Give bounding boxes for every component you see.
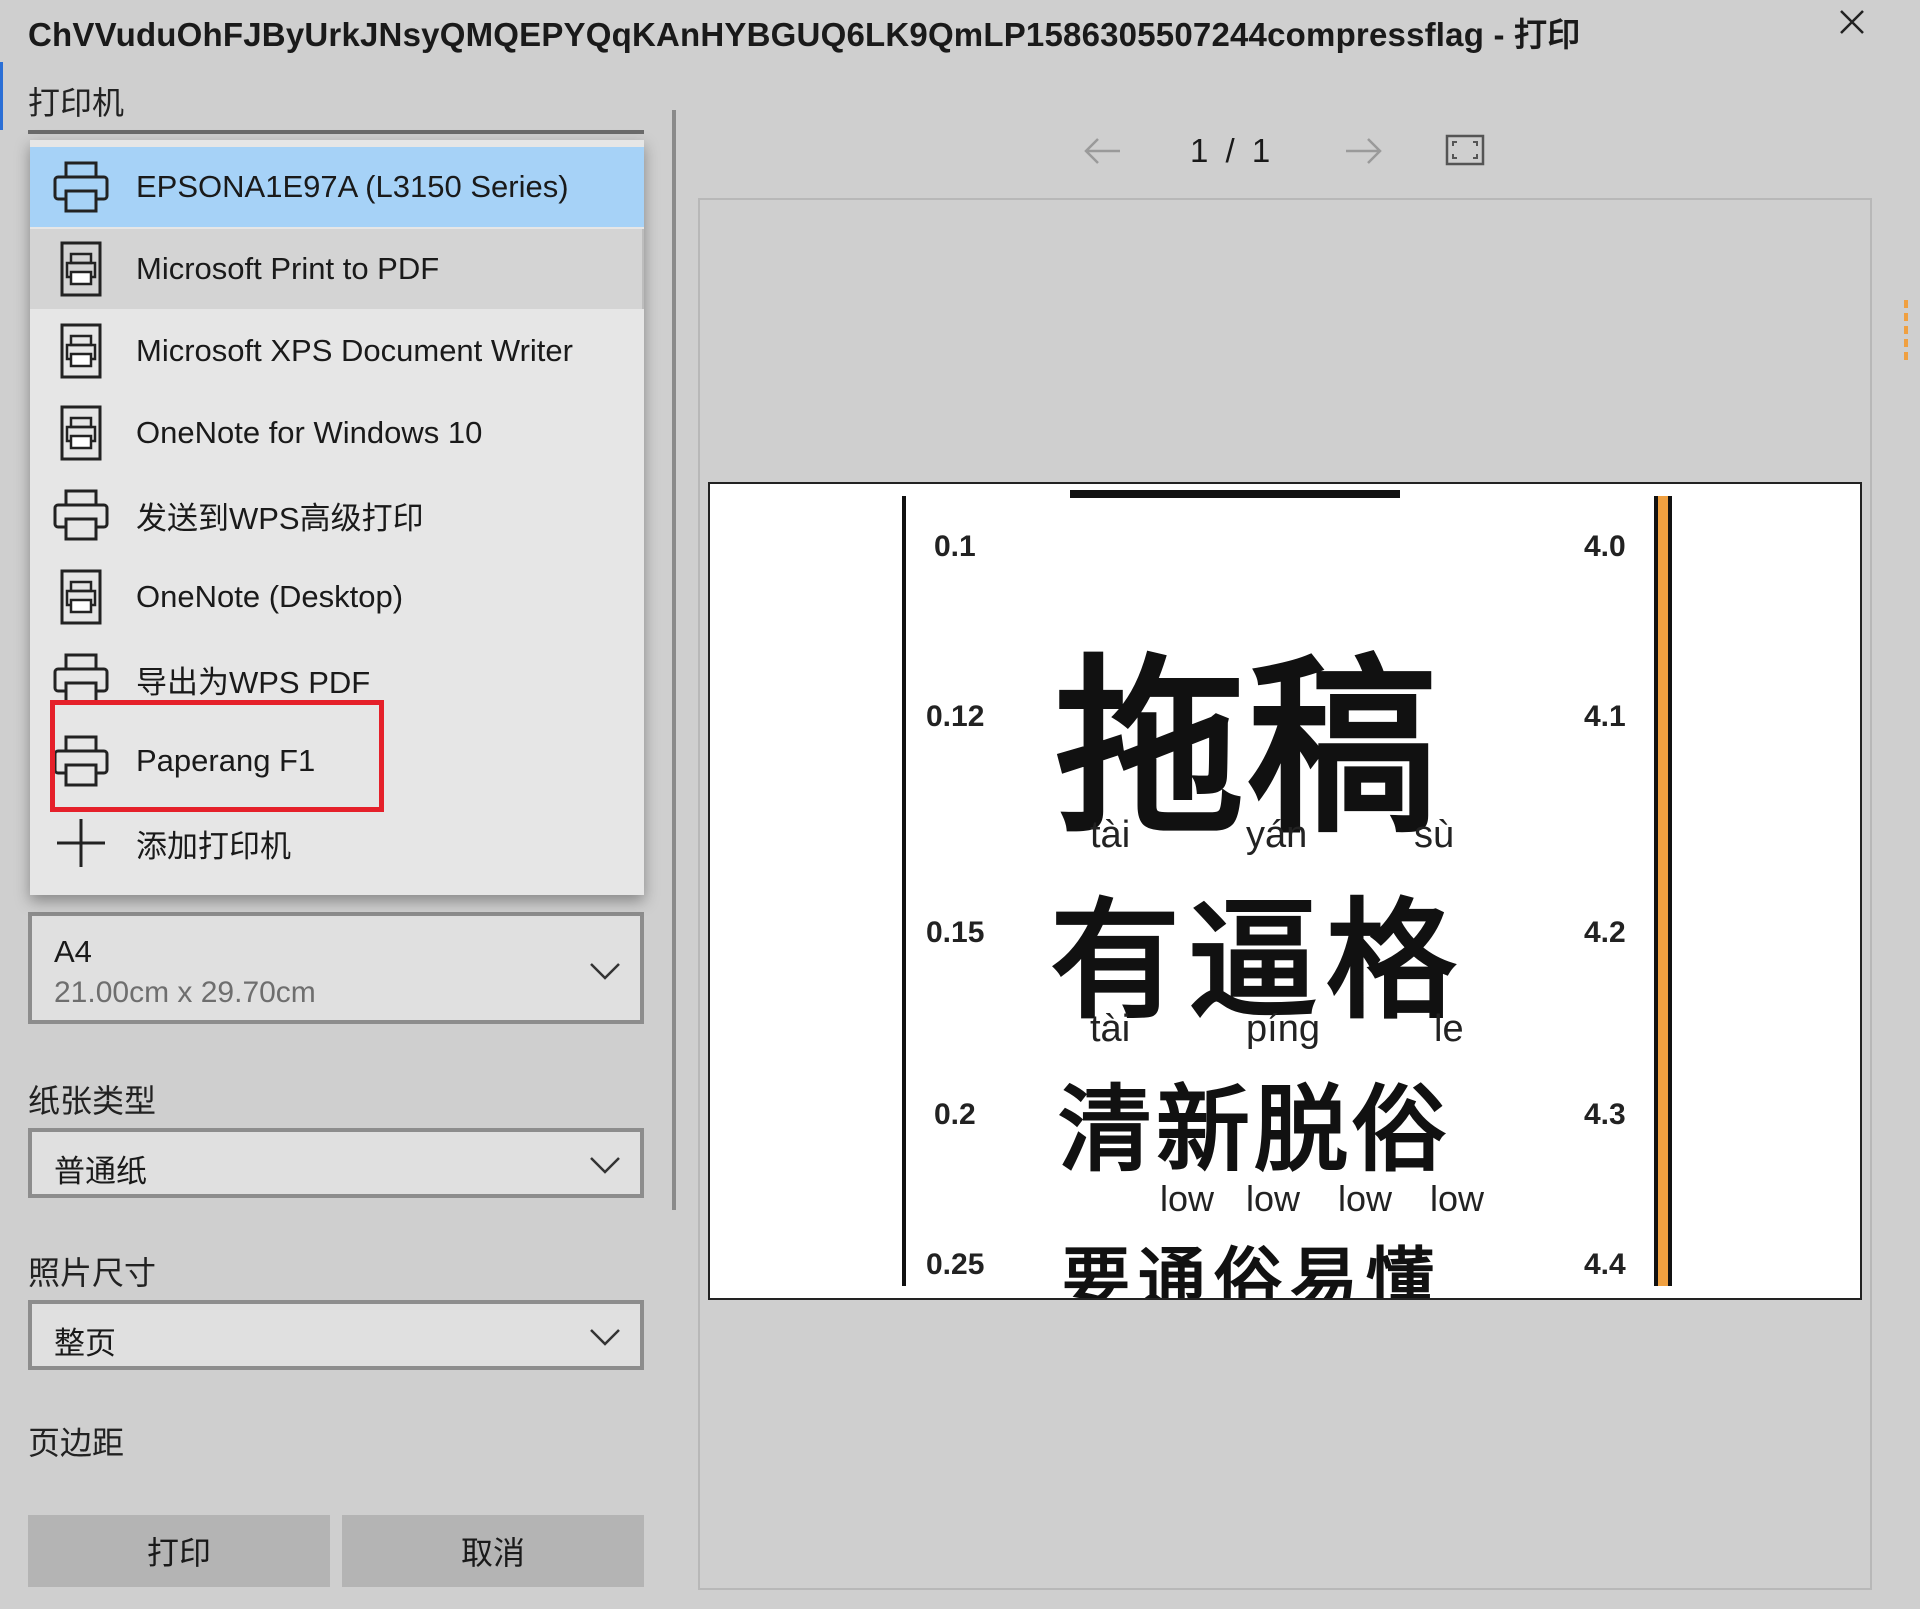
- chevron-down-icon: [590, 963, 620, 980]
- print-button[interactable]: 打印: [28, 1515, 330, 1587]
- chevron-down-icon: [590, 1329, 620, 1346]
- paper-size-select[interactable]: A4 21.00cm x 29.70cm: [28, 912, 644, 1024]
- document-printer-icon: [50, 567, 112, 627]
- acuity-left-label: 0.2: [934, 1098, 976, 1131]
- printer-option-ms-xps[interactable]: Microsoft XPS Document Writer: [30, 311, 644, 391]
- acuity-left-label: 0.15: [926, 916, 985, 949]
- annotation-highlight-box: [50, 700, 384, 812]
- page-indicator: 1 / 1: [1190, 132, 1275, 169]
- previous-page-button[interactable]: [1080, 128, 1126, 174]
- paper-size-value: A4: [54, 934, 92, 969]
- cancel-button[interactable]: 取消: [342, 1515, 644, 1587]
- preview-line-3: 清新脱俗: [1058, 1076, 1451, 1185]
- edge-marker: [1904, 300, 1912, 360]
- printer-option-label: 导出为WPS PDF: [136, 664, 371, 700]
- printer-option-label: OneNote (Desktop): [136, 579, 404, 614]
- printer-option-label: Microsoft XPS Document Writer: [136, 333, 573, 368]
- printer-option-onenote-win10[interactable]: OneNote for Windows 10: [30, 393, 644, 473]
- preview-left-rule: [902, 496, 906, 1286]
- add-printer-option[interactable]: 添加打印机: [30, 803, 644, 883]
- paper-type-value: 普通纸: [54, 1154, 147, 1189]
- pinyin-syllable: low: [1160, 1178, 1215, 1219]
- preview-right-bar: [1654, 496, 1672, 1286]
- acuity-right-label: 4.4: [1584, 1248, 1626, 1281]
- printer-option-label: 发送到WPS高级打印: [136, 500, 424, 536]
- pinyin-syllable: yán: [1246, 814, 1308, 856]
- window-edge-accent: [0, 62, 3, 130]
- acuity-left-label: 0.12: [926, 700, 985, 733]
- printer-label: 打印机: [28, 85, 125, 121]
- pinyin-syllable: low: [1338, 1178, 1393, 1219]
- document-printer-icon: [50, 403, 112, 463]
- printer-option-epson[interactable]: EPSONA1E97A (L3150 Series): [30, 147, 644, 227]
- printer-option-label: Microsoft Print to PDF: [136, 251, 440, 286]
- printer-combo-edge: [28, 130, 644, 134]
- fit-page-icon[interactable]: [1445, 134, 1485, 166]
- close-icon: [1840, 10, 1864, 34]
- document-printer-icon: [50, 239, 112, 299]
- next-page-button[interactable]: [1340, 128, 1386, 174]
- paper-type-label: 纸张类型: [28, 1083, 157, 1119]
- pinyin-syllable: low: [1246, 1178, 1301, 1219]
- acuity-right-label: 4.2: [1584, 916, 1626, 949]
- pinyin-syllable: píng: [1246, 1008, 1320, 1050]
- acuity-left-label: 0.25: [926, 1248, 985, 1281]
- page-navigator: 1 / 1: [1080, 128, 1480, 178]
- printer-option-wps-advanced[interactable]: 发送到WPS高级打印: [30, 475, 644, 555]
- document-printer-icon: [50, 321, 112, 381]
- preview-line-4: 要通俗易懂: [1062, 1241, 1443, 1300]
- acuity-right-label: 4.3: [1584, 1098, 1626, 1131]
- pinyin-syllable: low: [1430, 1178, 1485, 1219]
- acuity-right-label: 4.1: [1584, 700, 1626, 733]
- window-title: ChVVuduOhFJByUrkJNsyQMQEPYQqKAnHYBGUQ6LK…: [28, 16, 1581, 53]
- pinyin-syllable: sù: [1414, 814, 1455, 856]
- printer-option-label: OneNote for Windows 10: [136, 415, 483, 450]
- paper-type-select[interactable]: 普通纸: [28, 1128, 644, 1198]
- acuity-left-label: 0.1: [934, 530, 976, 563]
- preview-cropped-row: [1070, 490, 1400, 498]
- printer-option-onenote-desktop[interactable]: OneNote (Desktop): [30, 557, 644, 637]
- printer-icon: [50, 485, 112, 545]
- plus-icon: [50, 813, 112, 873]
- chevron-down-icon: [590, 1157, 620, 1174]
- photo-size-label: 照片尺寸: [28, 1255, 157, 1291]
- add-printer-label: 添加打印机: [136, 828, 291, 864]
- pinyin-syllable: tài: [1090, 814, 1131, 856]
- pinyin-syllable: tài: [1090, 1008, 1131, 1050]
- pane-divider[interactable]: [672, 110, 676, 1210]
- printer-option-label: EPSONA1E97A (L3150 Series): [136, 169, 569, 204]
- photo-size-select[interactable]: 整页: [28, 1300, 644, 1370]
- photo-size-value: 整页: [54, 1326, 116, 1361]
- paper-size-detail: 21.00cm x 29.70cm: [54, 976, 316, 1009]
- printer-icon: [50, 157, 112, 217]
- acuity-right-label: 4.0: [1584, 530, 1626, 563]
- close-button[interactable]: [1830, 0, 1874, 44]
- printer-option-ms-pdf[interactable]: Microsoft Print to PDF: [30, 229, 644, 309]
- margins-label: 页边距: [28, 1425, 125, 1461]
- pinyin-syllable: le: [1434, 1008, 1464, 1050]
- page-preview: 0.1 0.12 0.15 0.2 0.25 4.0 4.1 4.2 4.3 4…: [708, 482, 1862, 1300]
